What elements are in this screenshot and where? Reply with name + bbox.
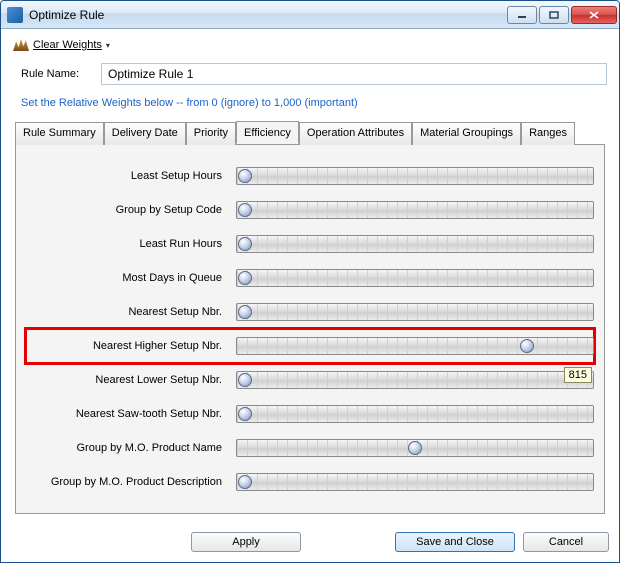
slider-label: Group by Setup Code <box>26 204 236 216</box>
close-button[interactable] <box>571 6 617 24</box>
slider-thumb[interactable] <box>520 339 534 353</box>
slider-row: Nearest Lower Setup Nbr. 815 <box>26 363 594 397</box>
tab-priority[interactable]: Priority <box>186 122 236 145</box>
maximize-button[interactable] <box>539 6 569 24</box>
slider-track[interactable] <box>236 269 594 287</box>
slider-row: Group by M.O. Product Name <box>26 431 594 465</box>
slider-thumb[interactable] <box>238 407 252 421</box>
slider-row: Nearest Higher Setup Nbr. <box>26 329 594 363</box>
slider-row: Nearest Setup Nbr. <box>26 295 594 329</box>
slider-row: Group by Setup Code <box>26 193 594 227</box>
tab-operation-attributes[interactable]: Operation Attributes <box>299 122 412 145</box>
window-buttons <box>505 6 617 24</box>
cancel-button[interactable]: Cancel <box>523 532 609 552</box>
slider-track[interactable] <box>236 303 594 321</box>
slider-label: Least Setup Hours <box>26 170 236 182</box>
slider[interactable] <box>236 301 594 323</box>
tab-panel-efficiency: Least Setup Hours Group by Setup Code Leas… <box>15 145 605 514</box>
slider-row: Least Setup Hours <box>26 159 594 193</box>
slider-label: Most Days in Queue <box>26 272 236 284</box>
slider-track[interactable] <box>236 167 594 185</box>
window-title: Optimize Rule <box>29 8 505 22</box>
slider[interactable]: 815 <box>236 369 594 391</box>
slider-row: Group by M.O. Product Description <box>26 465 594 499</box>
rule-name-row: Rule Name: <box>21 63 607 85</box>
slider-thumb[interactable] <box>238 237 252 251</box>
slider-tooltip: 815 <box>564 367 592 383</box>
slider-track[interactable] <box>236 405 594 423</box>
slider-label: Nearest Setup Nbr. <box>26 306 236 318</box>
rule-name-label: Rule Name: <box>21 68 101 80</box>
slider-track[interactable] <box>236 201 594 219</box>
slider-thumb[interactable] <box>238 271 252 285</box>
slider-thumb[interactable] <box>238 169 252 183</box>
slider-track[interactable] <box>236 371 594 389</box>
slider[interactable] <box>236 233 594 255</box>
tab-efficiency[interactable]: Efficiency <box>236 121 299 144</box>
titlebar: Optimize Rule <box>1 1 619 29</box>
rule-name-input[interactable] <box>101 63 607 85</box>
slider-label: Group by M.O. Product Name <box>26 442 236 454</box>
minimize-button[interactable] <box>507 6 537 24</box>
tab-material-groupings[interactable]: Material Groupings <box>412 122 521 145</box>
slider[interactable] <box>236 267 594 289</box>
apply-button[interactable]: Apply <box>191 532 301 552</box>
slider-label: Nearest Higher Setup Nbr. <box>26 340 236 352</box>
slider-thumb[interactable] <box>238 203 252 217</box>
slider[interactable] <box>236 471 594 493</box>
slider[interactable] <box>236 403 594 425</box>
clear-weights-icon <box>13 39 29 51</box>
slider-track[interactable] <box>236 337 594 355</box>
window: Optimize Rule Clear Weights ▾ Rule Name:… <box>0 0 620 563</box>
slider[interactable] <box>236 335 594 357</box>
clear-weights-link[interactable]: Clear Weights <box>33 39 102 51</box>
toolbar: Clear Weights ▾ <box>13 37 607 59</box>
slider-row: Least Run Hours <box>26 227 594 261</box>
slider-label: Nearest Lower Setup Nbr. <box>26 374 236 386</box>
slider-thumb[interactable] <box>238 305 252 319</box>
tab-ranges[interactable]: Ranges <box>521 122 575 145</box>
slider[interactable] <box>236 437 594 459</box>
slider-thumb[interactable] <box>408 441 422 455</box>
slider-thumb[interactable] <box>238 373 252 387</box>
slider-track[interactable] <box>236 439 594 457</box>
tab-strip: Rule SummaryDelivery DatePriorityEfficie… <box>15 121 605 145</box>
footer: Apply Save and Close Cancel <box>1 524 619 562</box>
slider[interactable] <box>236 165 594 187</box>
slider-label: Group by M.O. Product Description <box>26 476 236 488</box>
hint-text: Set the Relative Weights below -- from 0… <box>21 97 607 109</box>
tab-rule-summary[interactable]: Rule Summary <box>15 122 104 145</box>
dropdown-arrow-icon[interactable]: ▾ <box>106 41 110 50</box>
tab-delivery-date[interactable]: Delivery Date <box>104 122 186 145</box>
app-icon <box>7 7 23 23</box>
slider-row: Most Days in Queue <box>26 261 594 295</box>
slider[interactable] <box>236 199 594 221</box>
slider-label: Nearest Saw-tooth Setup Nbr. <box>26 408 236 420</box>
slider-thumb[interactable] <box>238 475 252 489</box>
slider-label: Least Run Hours <box>26 238 236 250</box>
save-and-close-button[interactable]: Save and Close <box>395 532 515 552</box>
slider-row: Nearest Saw-tooth Setup Nbr. <box>26 397 594 431</box>
slider-track[interactable] <box>236 473 594 491</box>
content: Clear Weights ▾ Rule Name: Set the Relat… <box>1 29 619 524</box>
slider-track[interactable] <box>236 235 594 253</box>
